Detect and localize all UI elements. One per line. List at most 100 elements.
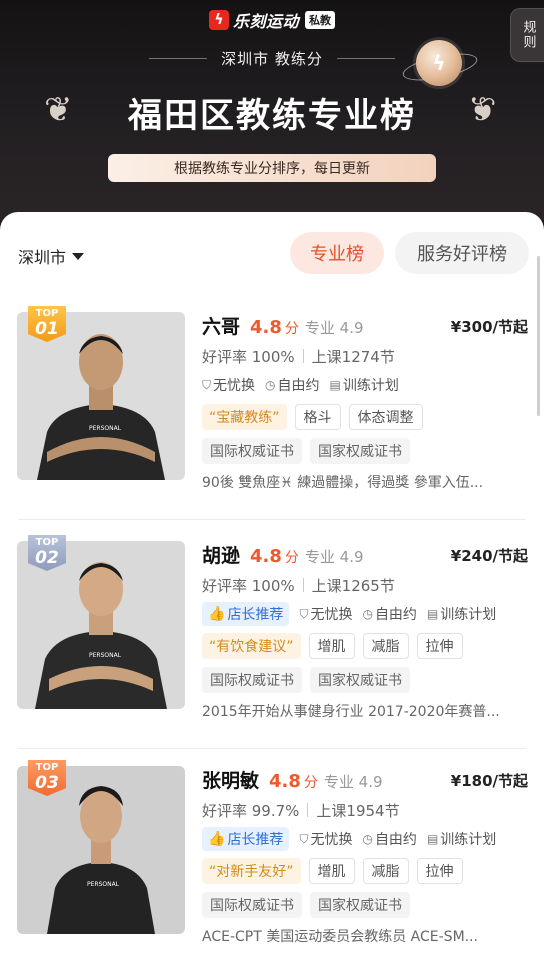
tag-row: “有饮食建议” 增肌 减脂 拉伸 xyxy=(202,629,532,663)
stat-row: 好评率 100% 上课1274节 xyxy=(202,342,532,370)
medal-icon: ϟ xyxy=(416,40,462,86)
cert-row: 国际权威证书 国家权威证书 xyxy=(202,663,532,697)
service-training-plan: ▤ 训练计划 xyxy=(330,375,399,395)
city-label: 深圳市 xyxy=(18,248,67,267)
clock-icon: ◷ xyxy=(265,378,276,392)
cert-row: 国际权威证书 国家权威证书 xyxy=(202,434,532,468)
svg-text:PERSONAL: PERSONAL xyxy=(87,881,120,888)
shield-icon: ⛉ xyxy=(202,377,212,392)
clock-icon: ◷ xyxy=(362,607,373,621)
lesson-count: 上课1274节 xyxy=(311,347,395,366)
thumbs-up-icon: 👍 xyxy=(208,831,226,847)
score-unit: 分 xyxy=(284,550,299,566)
card-divider xyxy=(18,519,526,520)
ranking-panel: 深圳市 专业榜 服务好评榜 TOP 01 PERSONAL 六哥 4.8 分 专… xyxy=(0,212,544,966)
subtitle: 深圳市 教练分 xyxy=(221,50,323,68)
manager-pick-label: 店长推荐 xyxy=(227,607,284,623)
service-row: 👍 店长推荐 ⛉ 无忧换 ◷ 自由约 ▤ 训练计划 xyxy=(202,599,532,629)
stat-divider xyxy=(302,349,304,363)
skill-tag: 格斗 xyxy=(294,404,341,430)
coach-score: 4.8 xyxy=(250,317,282,338)
clipboard-icon: ▤ xyxy=(426,832,439,846)
tab-service-rating[interactable]: 服务好评榜 xyxy=(395,232,529,274)
rank-label: TOP xyxy=(35,308,59,319)
service-label: 无忧换 xyxy=(213,378,256,394)
service-row: ⛉ 无忧换 ◷ 自由约 ▤ 训练计划 xyxy=(202,370,532,400)
cert-tag: 国际权威证书 xyxy=(202,667,302,693)
skill-tag: 增肌 xyxy=(308,633,355,659)
rank-number: 01 xyxy=(35,319,59,339)
coach-info: 张明敏 4.8 分 专业 4.9 ¥180/节起 好评率 99.7% 上课195… xyxy=(202,766,532,952)
rank-label: TOP xyxy=(35,762,59,773)
coach-intro: ACE-CPT 美国运动委员会教练员 ACE-SM... xyxy=(202,929,478,945)
service-worry-free: ⛉ 无忧换 xyxy=(299,829,352,849)
laurel-right-icon: ❦ xyxy=(468,90,497,130)
coach-card[interactable]: TOP 02 PERSONAL 胡逊 4.8 分 专业 4.9 ¥240/节起 xyxy=(0,525,544,749)
page-title: 福田区教练专业榜 xyxy=(128,96,416,136)
city-selector[interactable]: 深圳市 xyxy=(18,244,85,268)
brand-name: 乐刻运动 xyxy=(232,12,299,31)
cert-row: 国际权威证书 国家权威证书 xyxy=(202,888,532,922)
cert-tag: 国家权威证书 xyxy=(310,438,410,464)
cert-tag: 国家权威证书 xyxy=(310,667,410,693)
coach-card[interactable]: TOP 03 PERSONAL 张明敏 4.8 分 专业 4.9 ¥180/节起 xyxy=(0,750,544,966)
coach-intro: 90後 雙魚座♓ 練過體操，得過獎 參軍入伍... xyxy=(202,475,484,491)
service-free-booking: ◷ 自由约 xyxy=(362,829,416,849)
service-free-booking: ◷ 自由约 xyxy=(362,604,416,624)
caret-down-icon xyxy=(72,252,85,260)
coach-card[interactable]: TOP 01 PERSONAL 六哥 4.8 分 专业 4.9 ¥300/节起 xyxy=(0,296,544,520)
filter-row: 深圳市 专业榜 服务好评榜 xyxy=(0,232,544,276)
service-free-booking: ◷ 自由约 xyxy=(265,375,319,395)
stat-row: 好评率 100% 上课1265节 xyxy=(202,571,532,599)
bolt-icon: ϟ xyxy=(208,10,229,30)
rating-rate: 好评率 100% xyxy=(202,347,295,366)
skill-tag: 增肌 xyxy=(308,858,355,884)
stat-row: 好评率 99.7% 上课1954节 xyxy=(202,796,532,824)
highlight-tag: “对新手友好” xyxy=(202,858,301,884)
thumbs-up-icon: 👍 xyxy=(208,606,226,622)
rank-number: 03 xyxy=(35,773,59,793)
lesson-count: 上课1954节 xyxy=(316,801,400,820)
coach-score: 4.8 xyxy=(269,771,301,792)
tag-row: “对新手友好” 增肌 减脂 拉伸 xyxy=(202,854,532,888)
service-worry-free: ⛉ 无忧换 xyxy=(299,604,352,624)
service-label: 无忧换 xyxy=(310,607,353,623)
coach-name: 六哥 xyxy=(202,316,241,338)
svg-text:PERSONAL: PERSONAL xyxy=(89,425,122,432)
manager-pick-label: 店长推荐 xyxy=(227,832,284,848)
professional-score: 专业 4.9 xyxy=(323,773,383,791)
coach-intro: 2015年开始从事健身行业 2017-2020年赛普... xyxy=(202,704,500,720)
skill-tag: 体态调整 xyxy=(348,404,423,430)
service-label: 自由约 xyxy=(374,832,417,848)
manager-pick-tag: 👍 店长推荐 xyxy=(202,827,290,851)
coach-score: 4.8 xyxy=(250,546,282,567)
clock-icon: ◷ xyxy=(362,832,373,846)
coach-price: ¥180/节起 xyxy=(450,772,528,790)
skill-tag: 拉伸 xyxy=(416,633,463,659)
cert-tag: 国际权威证书 xyxy=(202,892,302,918)
service-label: 自由约 xyxy=(277,378,320,394)
rating-rate: 好评率 100% xyxy=(202,576,295,595)
coach-info: 六哥 4.8 分 专业 4.9 ¥300/节起 好评率 100% 上课1274节… xyxy=(202,312,532,498)
service-label: 无忧换 xyxy=(310,832,353,848)
tag-row: “宝藏教练” 格斗 体态调整 xyxy=(202,400,532,434)
score-unit: 分 xyxy=(303,775,318,791)
shield-icon: ⛉ xyxy=(299,606,309,621)
clipboard-icon: ▤ xyxy=(329,378,341,392)
cert-tag: 国际权威证书 xyxy=(202,438,302,464)
tab-professional[interactable]: 专业榜 xyxy=(290,232,384,274)
rating-rate: 好评率 99.7% xyxy=(202,801,300,820)
service-training-plan: ▤ 训练计划 xyxy=(427,829,496,849)
skill-tag: 减脂 xyxy=(362,633,409,659)
brand-badge: 私教 xyxy=(305,11,335,29)
rank-label: TOP xyxy=(35,537,59,548)
professional-score: 专业 4.9 xyxy=(304,548,364,566)
highlight-tag: “宝藏教练” xyxy=(202,404,287,430)
cert-tag: 国家权威证书 xyxy=(310,892,410,918)
manager-pick-tag: 👍 店长推荐 xyxy=(202,602,290,626)
service-label: 训练计划 xyxy=(440,832,497,848)
service-label: 自由约 xyxy=(374,607,417,623)
coach-price: ¥300/节起 xyxy=(450,318,528,336)
lesson-count: 上课1265节 xyxy=(311,576,395,595)
ranking-description: 根据教练专业分排序，每日更新 xyxy=(108,154,436,182)
